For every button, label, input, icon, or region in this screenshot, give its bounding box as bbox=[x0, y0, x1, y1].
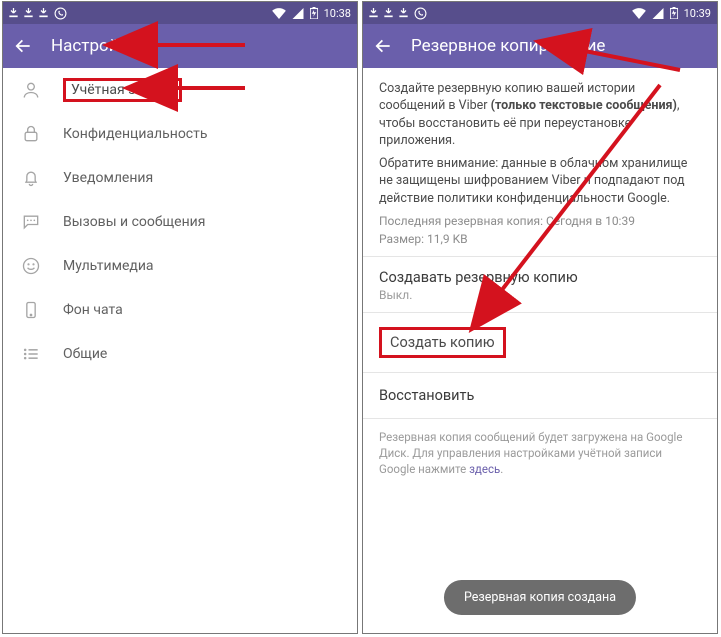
settings-screen: 10:38 Настройки Учётная запись Конфиденц… bbox=[2, 1, 358, 634]
app-bar-title: Настройки bbox=[51, 36, 138, 56]
sidebar-item-media[interactable]: Мультимедиа bbox=[3, 244, 357, 288]
sidebar-item-label: Учётная запись bbox=[63, 78, 182, 102]
backup-description: Создайте резервную копию вашей истории с… bbox=[363, 68, 717, 256]
status-time: 10:38 bbox=[324, 7, 351, 20]
list-icon bbox=[21, 344, 41, 364]
phone-icon bbox=[21, 300, 41, 320]
download-icon bbox=[399, 8, 408, 18]
back-button[interactable] bbox=[13, 36, 33, 56]
back-button[interactable] bbox=[373, 36, 393, 56]
sidebar-item-label: Мультимедиа bbox=[63, 258, 154, 274]
lock-icon bbox=[21, 124, 41, 144]
sidebar-item-label: Конфиденциальность bbox=[63, 126, 207, 142]
wifi-icon bbox=[272, 8, 286, 19]
create-backup-row[interactable]: Создать копию bbox=[363, 313, 717, 372]
download-icon bbox=[39, 8, 48, 18]
status-time: 10:39 bbox=[684, 7, 711, 20]
bell-icon bbox=[21, 168, 41, 188]
auto-backup-title: Создавать резервную копию bbox=[363, 257, 717, 288]
arrow-back-icon bbox=[13, 36, 33, 56]
status-bar: 10:38 bbox=[3, 2, 357, 24]
here-link[interactable]: здесь bbox=[469, 462, 500, 476]
snackbar: Резервная копия создана bbox=[444, 580, 636, 615]
viber-icon bbox=[54, 7, 67, 20]
signal-icon bbox=[652, 8, 664, 19]
backup-screen: 10:39 Резервное копирование Создайте рез… bbox=[362, 1, 718, 634]
account-icon bbox=[21, 80, 41, 100]
wifi-icon bbox=[632, 8, 646, 19]
sidebar-item-label: Фон чата bbox=[63, 302, 123, 318]
status-bar: 10:39 bbox=[363, 2, 717, 24]
download-icon bbox=[9, 8, 18, 18]
auto-backup-row[interactable]: Создавать резервную копию Выкл. bbox=[363, 257, 717, 312]
download-icon bbox=[384, 8, 393, 18]
sidebar-item-general[interactable]: Общие bbox=[3, 332, 357, 376]
restore-row[interactable]: Восстановить bbox=[363, 373, 717, 418]
app-bar: Резервное копирование bbox=[363, 24, 717, 68]
arrow-back-icon bbox=[373, 36, 393, 56]
create-backup-label: Создать копию bbox=[379, 327, 506, 358]
sidebar-item-calls[interactable]: Вызовы и сообщения bbox=[3, 200, 357, 244]
last-backup-label: Последняя резервная копия: Сегодня в 10:… bbox=[379, 213, 701, 230]
app-bar: Настройки bbox=[3, 24, 357, 68]
battery-icon bbox=[310, 7, 318, 19]
settings-list: Учётная запись Конфиденциальность Уведом… bbox=[3, 68, 357, 376]
sidebar-item-background[interactable]: Фон чата bbox=[3, 288, 357, 332]
sidebar-item-label: Вызовы и сообщения bbox=[63, 214, 205, 230]
sidebar-item-label: Уведомления bbox=[63, 170, 153, 186]
auto-backup-value: Выкл. bbox=[363, 288, 717, 312]
emoji-icon bbox=[21, 256, 41, 276]
download-icon bbox=[369, 8, 378, 18]
sidebar-item-privacy[interactable]: Конфиденциальность bbox=[3, 112, 357, 156]
backup-size-label: Размер: 11,9 KB bbox=[379, 231, 701, 248]
sidebar-item-notifications[interactable]: Уведомления bbox=[3, 156, 357, 200]
sidebar-item-label: Общие bbox=[63, 346, 107, 362]
viber-icon bbox=[414, 7, 427, 20]
sidebar-item-account[interactable]: Учётная запись bbox=[3, 68, 357, 112]
battery-icon bbox=[670, 7, 678, 19]
drive-note: Резервная копия сообщений будет загружен… bbox=[363, 419, 717, 487]
app-bar-title: Резервное копирование bbox=[411, 36, 605, 56]
chat-icon bbox=[21, 212, 41, 232]
signal-icon bbox=[292, 8, 304, 19]
download-icon bbox=[24, 8, 33, 18]
